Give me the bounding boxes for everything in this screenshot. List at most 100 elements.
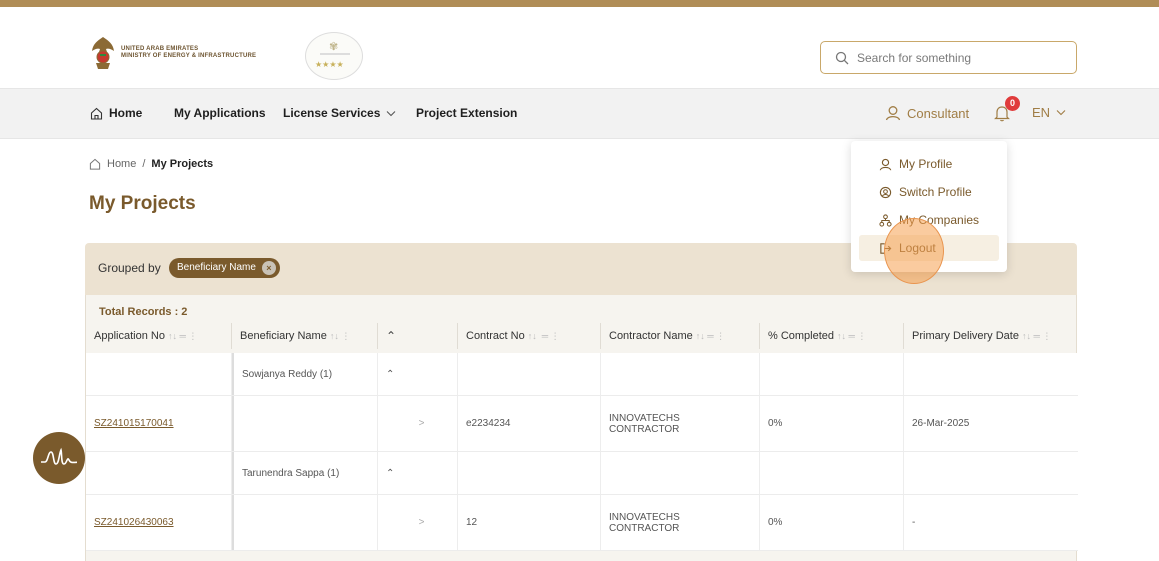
- application-no-link[interactable]: SZ241015170041: [86, 396, 232, 451]
- sort-icon[interactable]: ↑↓ ═ ⋮: [168, 331, 197, 341]
- contractor-name-line2: CONTRACTOR: [609, 423, 680, 435]
- contract-no: e2234234: [458, 396, 601, 451]
- user-icon: [879, 158, 892, 170]
- remove-group-icon[interactable]: ×: [261, 261, 276, 275]
- nav-license-services-label: License Services: [283, 106, 381, 120]
- application-no-link[interactable]: SZ241026430063: [86, 495, 232, 550]
- sort-icon[interactable]: ↑↓ ═ ⋮: [1022, 331, 1051, 341]
- sort-icon[interactable]: ↑↓ ═ ⋮: [837, 331, 866, 341]
- contractor-name: INNOVATECHS CONTRACTOR: [601, 495, 760, 550]
- language-selector[interactable]: EN: [1032, 105, 1066, 120]
- projects-table: Total Records : 2 Application No ↑↓ ═ ⋮ B…: [85, 295, 1078, 561]
- menu-item-label: Switch Profile: [899, 185, 972, 199]
- search-icon: [835, 51, 849, 65]
- nav-my-applications[interactable]: My Applications: [174, 106, 266, 120]
- group-chip-beneficiary[interactable]: Beneficiary Name ×: [169, 258, 280, 278]
- search-input[interactable]: [857, 49, 1067, 67]
- column-header-label: Contractor Name: [609, 330, 693, 342]
- sort-icon[interactable]: ↑↓ ⋮: [330, 331, 351, 341]
- ministry-line2: MINISTRY OF ENERGY & INFRASTRUCTURE: [121, 53, 257, 59]
- award-divider: [320, 53, 350, 55]
- sort-icon[interactable]: ↑↓ ═ ⋮: [528, 331, 560, 341]
- star-award-logo: ✾ ★★★★: [305, 32, 363, 80]
- column-header-label: % Completed: [768, 330, 835, 342]
- breadcrumb-current: My Projects: [151, 158, 214, 170]
- menu-item-label: My Companies: [899, 213, 980, 227]
- table-cell: [232, 495, 378, 550]
- notification-count-badge: 0: [1005, 96, 1020, 111]
- menu-item-my-companies[interactable]: My Companies: [859, 207, 999, 233]
- nav-project-extension[interactable]: Project Extension: [416, 106, 517, 120]
- user-menu-button[interactable]: Consultant: [885, 105, 969, 121]
- group-beneficiary: Sowjanya Reddy (1): [232, 353, 378, 395]
- contractor-name-line1: INNOVATECHS: [609, 511, 680, 523]
- switch-profile-icon: [879, 186, 892, 198]
- ministry-line1: UNITED ARAB EMIRATES: [121, 46, 199, 52]
- home-icon[interactable]: [89, 158, 101, 170]
- group-row[interactable]: Sowjanya Reddy (1) ⌃: [86, 353, 1078, 396]
- top-accent-stripe: [0, 0, 1159, 7]
- chevron-down-icon: [387, 110, 396, 116]
- table-cell: [601, 353, 760, 395]
- nav-license-services[interactable]: License Services: [283, 106, 396, 120]
- user-icon: [885, 106, 901, 121]
- chevron-up-icon[interactable]: ⌃: [386, 468, 394, 479]
- row-expand[interactable]: >: [378, 495, 458, 550]
- page-title: My Projects: [89, 193, 196, 214]
- primary-delivery-date: -: [912, 517, 916, 528]
- profile-dropdown-menu: My Profile Switch Profile My Companies L…: [851, 141, 1007, 272]
- collapse-all-icon[interactable]: ⌃: [386, 329, 396, 343]
- group-toggle[interactable]: ⌃: [378, 353, 458, 395]
- nav-my-applications-label: My Applications: [174, 106, 266, 120]
- table-cell: [458, 353, 601, 395]
- breadcrumb-separator: /: [142, 158, 146, 170]
- column-header-beneficiary-name[interactable]: Beneficiary Name ↑↓ ⋮: [232, 323, 378, 349]
- nav-home[interactable]: Home: [90, 106, 142, 120]
- column-header-percent-completed[interactable]: % Completed ↑↓ ═ ⋮: [760, 323, 904, 349]
- column-header-application-no[interactable]: Application No ↑↓ ═ ⋮: [86, 323, 232, 349]
- nav-project-extension-label: Project Extension: [416, 106, 518, 120]
- contractor-name-line1: INNOVATECHS: [609, 412, 680, 424]
- table-row[interactable]: SZ241026430063 > 12 INNOVATECHS CONTRACT…: [86, 495, 1078, 551]
- contractor-name: INNOVATECHS CONTRACTOR: [601, 396, 760, 451]
- breadcrumb: Home / My Projects: [89, 158, 213, 170]
- table-cell: [86, 452, 232, 494]
- primary-delivery-date: 26-Mar-2025: [912, 418, 970, 429]
- logout-icon: [880, 242, 892, 254]
- assistant-floating-button[interactable]: [33, 432, 85, 484]
- table-row[interactable]: SZ241015170041 > e2234234 INNOVATECHS CO…: [86, 396, 1078, 452]
- breadcrumb-home[interactable]: Home: [107, 158, 136, 170]
- menu-item-my-profile[interactable]: My Profile: [859, 151, 999, 177]
- main-nav: Home My Applications License Services Pr…: [0, 88, 1159, 139]
- column-header-primary-delivery-date[interactable]: Primary Delivery Date ↑↓ ═ ⋮: [904, 323, 1078, 349]
- chevron-up-icon[interactable]: ⌃: [386, 369, 394, 380]
- ministry-name: UNITED ARAB EMIRATES MINISTRY OF ENERGY …: [121, 46, 256, 60]
- column-header-label: Application No: [94, 330, 165, 342]
- column-header-expand-all[interactable]: ⌃: [378, 323, 458, 349]
- companies-icon: [879, 213, 892, 227]
- menu-item-logout[interactable]: Logout: [859, 235, 999, 261]
- table-cell: [458, 452, 601, 494]
- group-toggle[interactable]: ⌃: [378, 452, 458, 494]
- column-header-contractor-name[interactable]: Contractor Name ↑↓ ═ ⋮: [601, 323, 760, 349]
- table-cell: [86, 353, 232, 395]
- search-box[interactable]: [820, 41, 1077, 74]
- group-row[interactable]: Tarunendra Sappa (1) ⌃: [86, 452, 1078, 495]
- menu-item-switch-profile[interactable]: Switch Profile: [859, 179, 999, 205]
- uae-emblem-logo[interactable]: [90, 35, 116, 71]
- table-cell: [232, 396, 378, 451]
- row-expand[interactable]: >: [378, 396, 458, 451]
- table-cell: [760, 452, 904, 494]
- column-header-contract-no[interactable]: Contract No ↑↓ ═ ⋮: [458, 323, 601, 349]
- percent-completed: 0%: [760, 396, 904, 451]
- chevron-right-icon[interactable]: >: [419, 517, 425, 528]
- column-header-label: Contract No: [466, 330, 525, 342]
- sort-icon[interactable]: ↑↓ ═ ⋮: [696, 331, 725, 341]
- table-cell: [904, 353, 1078, 395]
- leaf-icon: ✾: [329, 41, 339, 53]
- group-chip-label: Beneficiary Name: [177, 262, 256, 273]
- menu-item-label: My Profile: [899, 157, 953, 171]
- group-beneficiary: Tarunendra Sappa (1): [232, 452, 378, 494]
- menu-item-label: Logout: [899, 241, 936, 255]
- chevron-right-icon[interactable]: >: [419, 418, 425, 429]
